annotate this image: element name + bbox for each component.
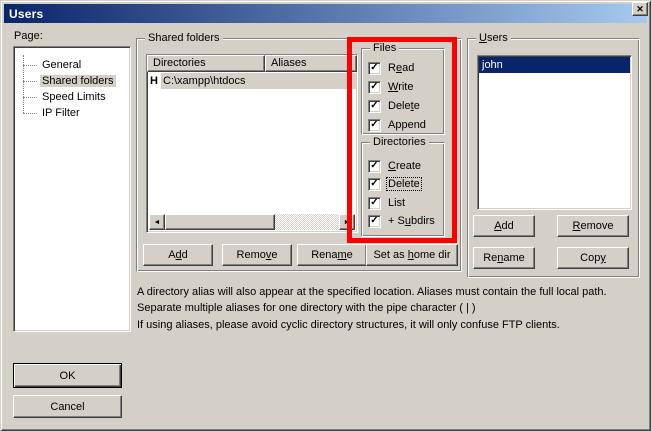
read-checkbox-label: Read (387, 62, 415, 74)
write-checkbox-label: Write (387, 81, 414, 93)
shared-folders-group: Shared folders Directories Aliases H C:\… (136, 38, 462, 272)
user-row-john[interactable]: john (479, 57, 630, 73)
checkbox-checked-icon: ✓ (368, 100, 381, 113)
checkmark-icon: ✓ (370, 82, 378, 92)
page-label: Page: (14, 30, 43, 42)
checkbox-checked-icon: ✓ (368, 197, 381, 210)
page-item-speed-limits[interactable]: Speed Limits (14, 89, 130, 105)
checkbox-checked-icon: ✓ (368, 160, 381, 173)
delete-files-checkbox-label: Delete (387, 100, 421, 112)
directories-group-label: Directories (370, 136, 429, 149)
rename-directory-button[interactable]: Rename (297, 244, 367, 266)
list-checkbox[interactable]: ✓ List (368, 195, 406, 211)
add-directory-button-label: Add (168, 249, 188, 261)
write-checkbox[interactable]: ✓ Write (368, 79, 414, 95)
ok-button[interactable]: OK (13, 363, 122, 388)
rename-directory-button-label: Rename (311, 249, 353, 261)
ok-button-label: OK (60, 370, 76, 382)
users-dialog-window: Users ✕ Page: General Shared folders Spe… (0, 0, 651, 431)
scroll-left-button[interactable]: ◄ (149, 214, 165, 230)
checkmark-icon: ✓ (370, 63, 378, 73)
scroll-left-icon: ◄ (154, 219, 161, 226)
directory-row[interactable]: H C:\xampp\htdocs (147, 73, 357, 89)
delete-files-checkbox[interactable]: ✓ Delete (368, 98, 421, 114)
rename-user-button-label: Rename (483, 252, 525, 264)
list-checkbox-label: List (387, 197, 406, 209)
checkbox-checked-icon: ✓ (368, 119, 381, 132)
read-checkbox[interactable]: ✓ Read (368, 60, 415, 76)
cancel-button-label: Cancel (50, 401, 84, 413)
remove-user-button-label: Remove (573, 220, 614, 232)
scrollbar-thumb[interactable] (165, 214, 275, 230)
files-group-label: Files (370, 42, 399, 55)
set-as-home-dir-button-label: Set as home dir (373, 249, 450, 261)
checkmark-icon: ✓ (370, 120, 378, 130)
close-icon: ✕ (636, 5, 644, 14)
subdirs-checkbox-label: + Subdirs (387, 215, 436, 227)
copy-user-button[interactable]: Copy (557, 247, 629, 269)
users-group: Users john Add Remove Rename Copy (467, 38, 640, 278)
close-button[interactable]: ✕ (632, 2, 648, 16)
add-directory-button[interactable]: Add (143, 244, 213, 266)
files-permissions-group: Files ✓ Read ✓ Write ✓ Delete ✓ Append (361, 48, 445, 135)
cyclic-note: If using aliases, please avoid cyclic di… (137, 317, 629, 333)
checkmark-icon: ✓ (370, 161, 378, 171)
append-checkbox[interactable]: ✓ Append (368, 117, 427, 133)
alias-note: A directory alias will also appear at th… (137, 284, 629, 316)
page-list[interactable]: General Shared folders Speed Limits IP F… (13, 46, 131, 332)
column-header-directories[interactable]: Directories (147, 55, 265, 72)
subdirs-checkbox[interactable]: ✓ + Subdirs (368, 213, 436, 229)
append-checkbox-label: Append (387, 119, 427, 131)
checkbox-checked-icon: ✓ (368, 178, 381, 191)
users-list[interactable]: john (477, 55, 632, 210)
page-item-label: General (40, 59, 83, 71)
checkbox-checked-icon: ✓ (368, 81, 381, 94)
page-item-shared-folders[interactable]: Shared folders (14, 73, 130, 89)
page-item-label: IP Filter (40, 107, 82, 119)
checkmark-icon: ✓ (370, 216, 378, 226)
page-item-general[interactable]: General (14, 57, 130, 73)
titlebar[interactable]: Users (4, 4, 647, 23)
create-checkbox[interactable]: ✓ Create (368, 158, 422, 174)
listview-header: Directories Aliases (147, 55, 357, 72)
checkmark-icon: ✓ (370, 179, 378, 189)
remove-user-button[interactable]: Remove (557, 215, 629, 237)
delete-dirs-checkbox[interactable]: ✓ Delete (368, 176, 421, 192)
column-header-aliases[interactable]: Aliases (265, 55, 357, 72)
users-group-label: Users (476, 32, 511, 45)
checkmark-icon: ✓ (370, 198, 378, 208)
add-user-button[interactable]: Add (473, 215, 535, 237)
checkmark-icon: ✓ (370, 101, 378, 111)
scroll-right-icon: ► (344, 219, 351, 226)
add-user-button-label: Add (494, 220, 514, 232)
set-as-home-dir-button[interactable]: Set as home dir (366, 244, 458, 266)
page-item-label: Speed Limits (40, 91, 108, 103)
window-title: Users (9, 7, 43, 21)
shared-folders-group-label: Shared folders (145, 32, 223, 45)
checkbox-checked-icon: ✓ (368, 215, 381, 228)
copy-user-button-label: Copy (580, 252, 606, 264)
scroll-right-button[interactable]: ► (339, 214, 355, 230)
rename-user-button[interactable]: Rename (473, 247, 535, 269)
remove-directory-button[interactable]: Remove (222, 244, 292, 266)
checkbox-checked-icon: ✓ (368, 62, 381, 75)
page-item-ip-filter[interactable]: IP Filter (14, 105, 130, 121)
remove-directory-button-label: Remove (237, 249, 278, 261)
page-item-label: Shared folders (40, 75, 116, 87)
cancel-button[interactable]: Cancel (13, 395, 122, 418)
create-checkbox-label: Create (387, 160, 422, 172)
home-directory-flag: H (147, 73, 161, 89)
directories-permissions-group: Directories ✓ Create ✓ Delete ✓ List ✓ +… (361, 142, 445, 237)
horizontal-scrollbar[interactable]: ◄ ► (149, 214, 355, 230)
directory-path: C:\xampp\htdocs (161, 73, 357, 89)
directories-listview[interactable]: Directories Aliases H C:\xampp\htdocs ◄ … (146, 54, 358, 233)
delete-dirs-checkbox-label: Delete (387, 178, 421, 190)
